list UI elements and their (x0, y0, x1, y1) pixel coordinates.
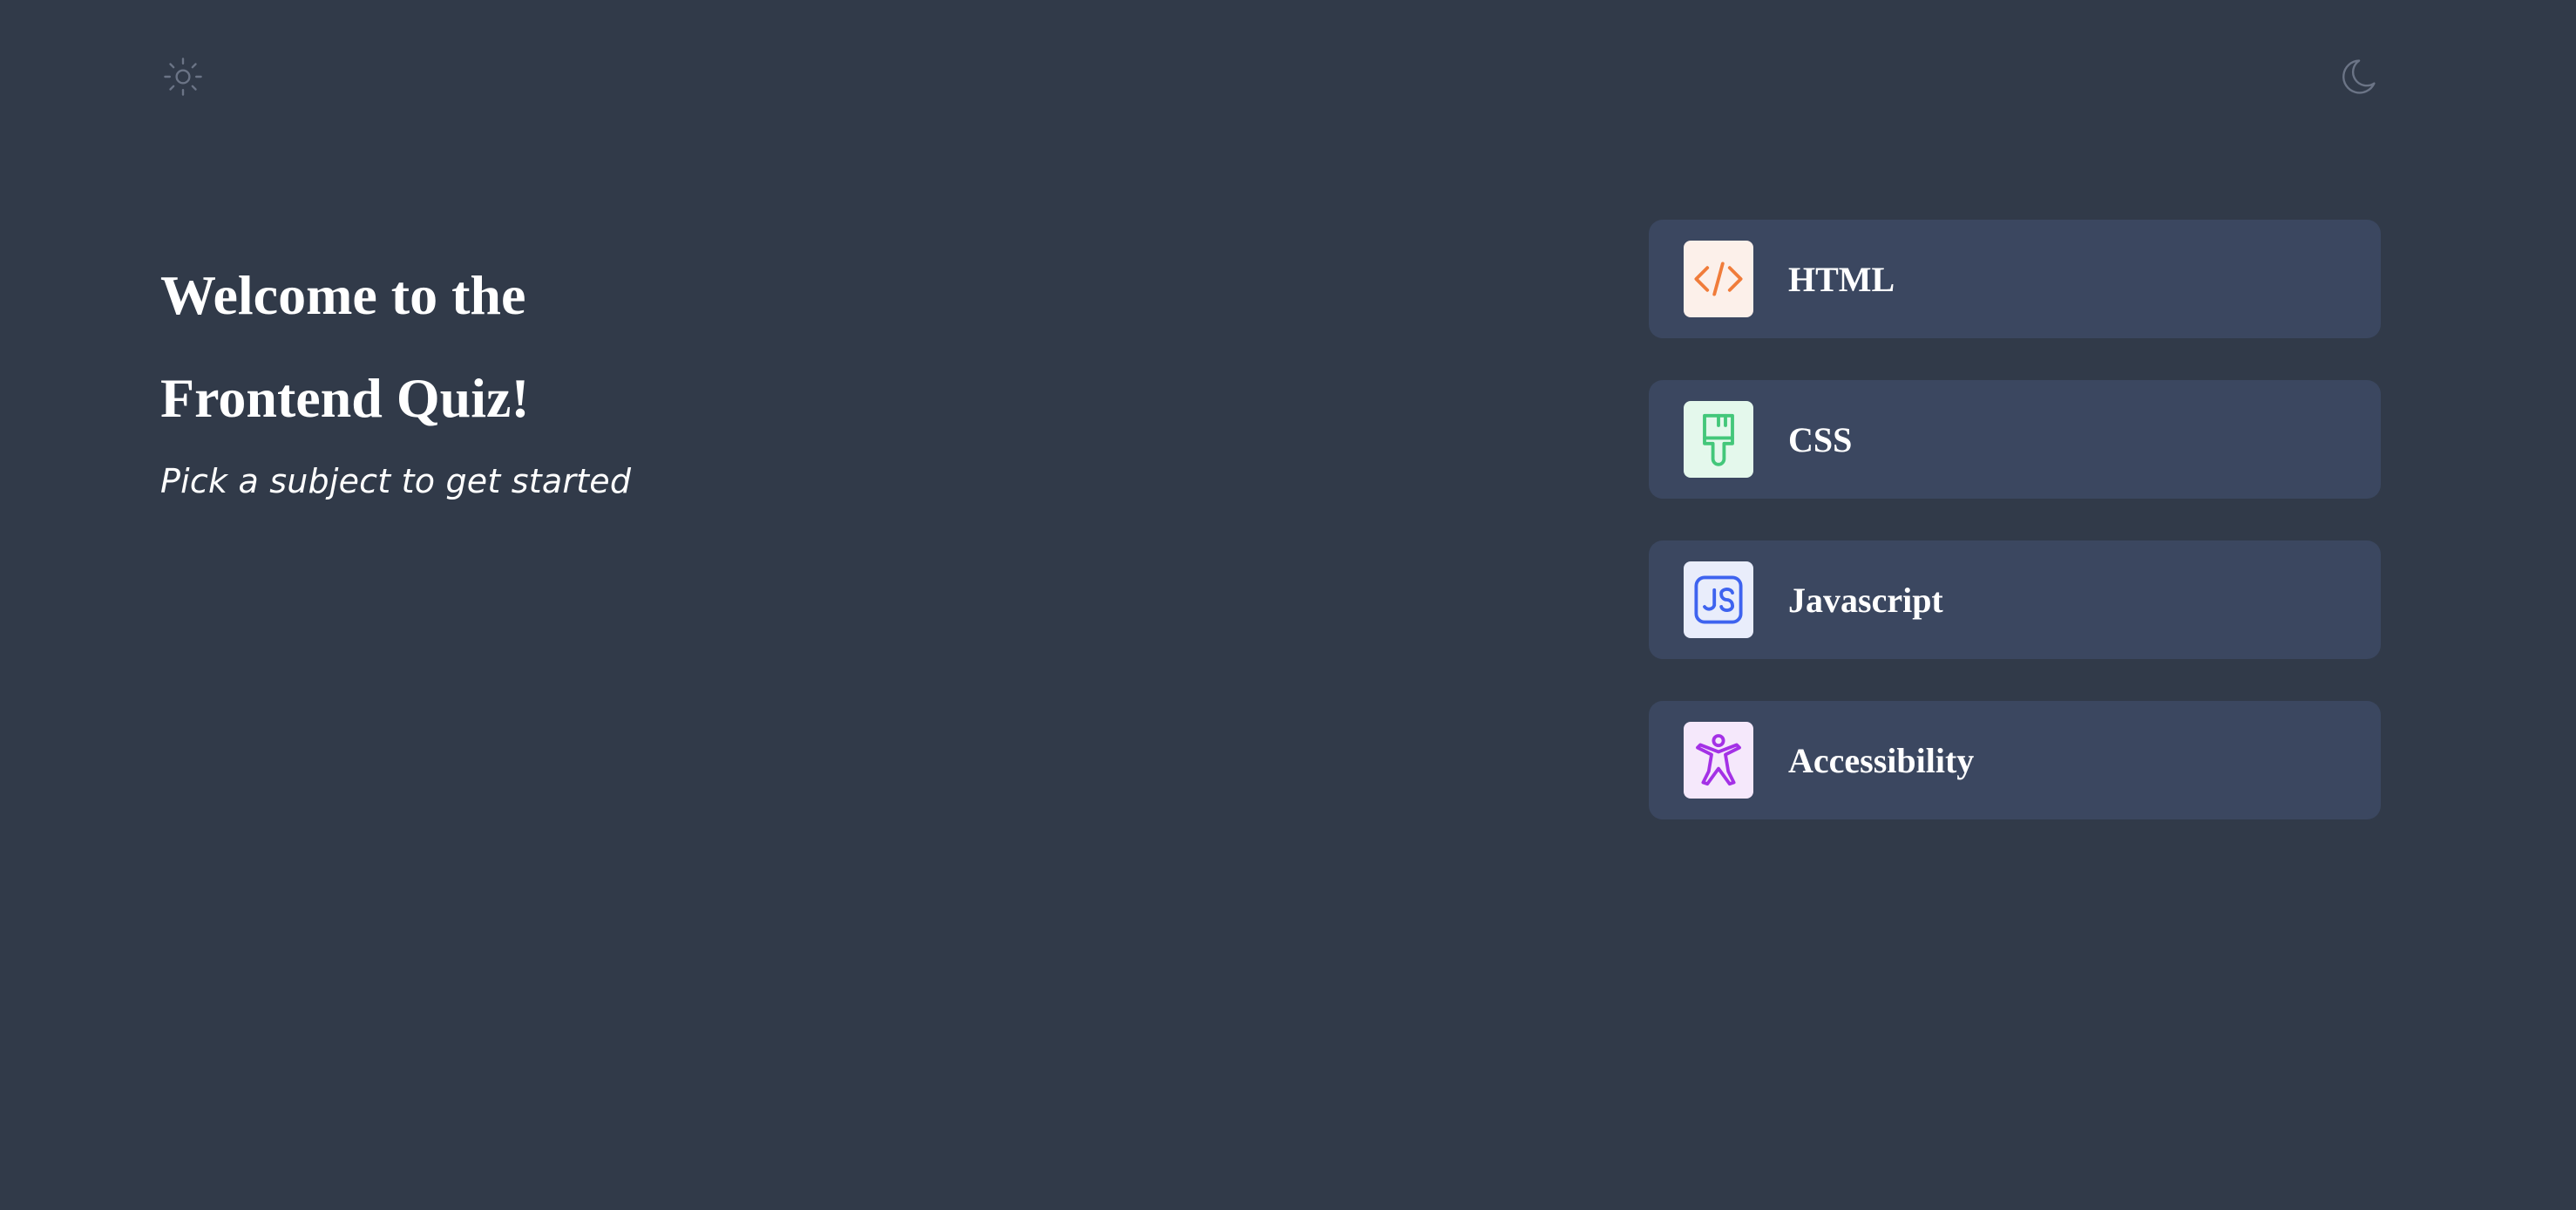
subject-button-html[interactable]: HTML (1649, 220, 2381, 338)
paintbrush-icon (1703, 413, 1734, 466)
subject-icon-badge (1684, 722, 1753, 799)
subject-button-accessibility[interactable]: Accessibility (1649, 701, 2381, 819)
accessibility-icon (1696, 734, 1741, 786)
subject-label: CSS (1788, 419, 1853, 459)
sun-icon[interactable] (160, 54, 206, 99)
subject-button-javascript[interactable]: Javascript (1649, 540, 2381, 659)
title-line-1: Welcome to the (160, 264, 526, 326)
subject-button-css[interactable]: CSS (1649, 380, 2381, 499)
page-title: Welcome to the Frontend Quiz! (160, 244, 945, 450)
subject-list: HTML CSS Javascript Accessibility (1649, 220, 2381, 861)
page-subtitle: Pick a subject to get started (160, 462, 632, 500)
subject-icon-badge (1684, 401, 1753, 478)
js-icon (1694, 575, 1743, 624)
subject-label: Accessibility (1788, 740, 1975, 780)
title-line-2: Frontend Quiz! (160, 367, 530, 429)
subject-icon-badge (1684, 241, 1753, 317)
intro-section: Welcome to the Frontend Quiz! Pick a sub… (160, 244, 945, 500)
subject-icon-badge (1684, 561, 1753, 638)
subject-label: HTML (1788, 259, 1895, 299)
moon-icon[interactable] (2335, 54, 2381, 99)
code-icon (1694, 262, 1743, 296)
subject-label: Javascript (1788, 580, 1943, 620)
theme-toggle-bar (160, 54, 2381, 99)
